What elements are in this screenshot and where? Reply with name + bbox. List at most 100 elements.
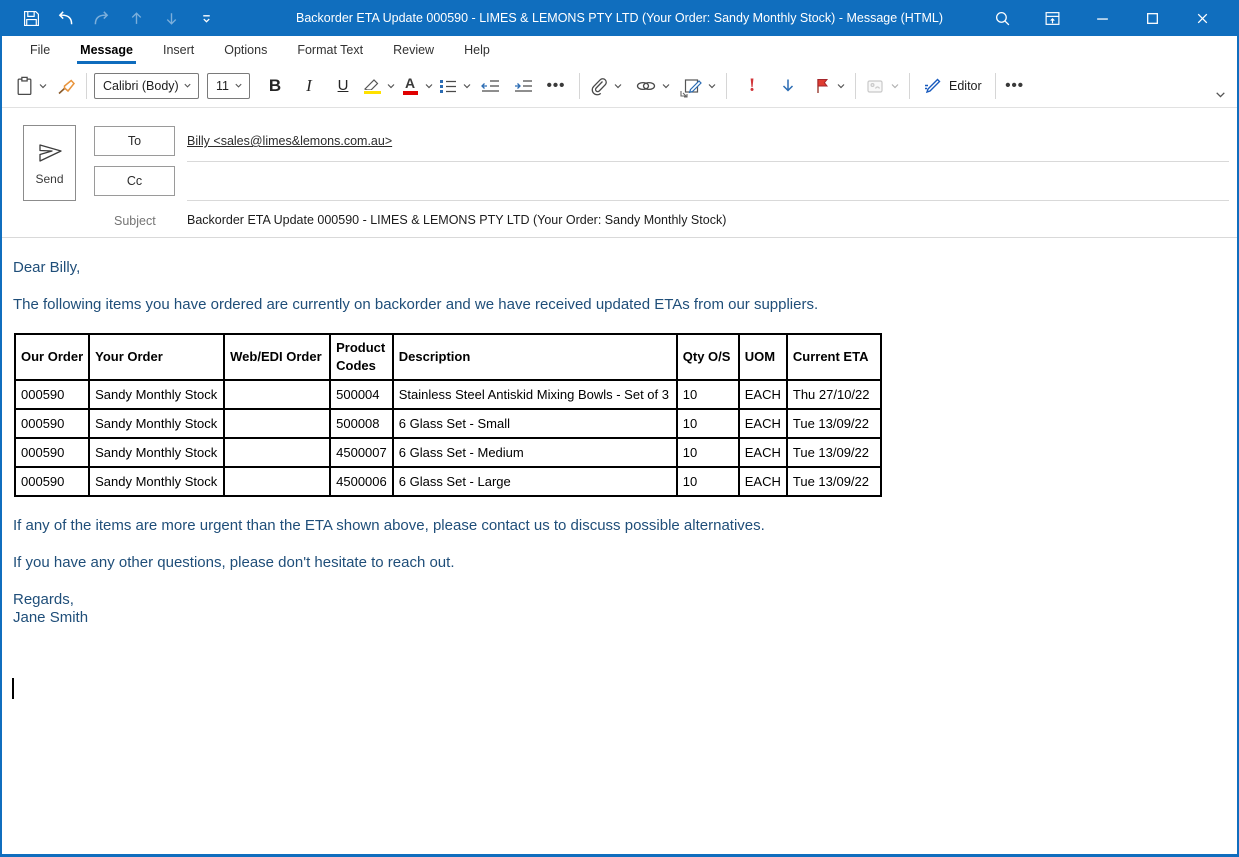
send-button[interactable]: Send — [23, 125, 76, 201]
to-field-underline — [187, 161, 1229, 162]
text-cursor — [12, 678, 14, 699]
search-icon[interactable] — [989, 7, 1015, 29]
flag-dropdown-chevron[interactable] — [834, 71, 848, 101]
ribbon-more-options-icon[interactable]: ••• — [1003, 71, 1027, 101]
table-cell: 10 — [677, 467, 739, 496]
window-controls — [989, 7, 1237, 29]
attach-dropdown-chevron[interactable] — [611, 71, 625, 101]
table-cell: 000590 — [15, 467, 89, 496]
high-importance-icon[interactable]: ! — [740, 71, 764, 101]
table-row: 000590Sandy Monthly Stock5000086 Glass S… — [15, 409, 881, 438]
redo-icon[interactable] — [90, 7, 112, 29]
toolbar-separator — [909, 73, 910, 99]
tab-insert[interactable]: Insert — [148, 36, 209, 64]
dialog-launcher-icon[interactable] — [678, 86, 689, 104]
previous-item-icon[interactable] — [125, 7, 147, 29]
tab-message[interactable]: Message — [65, 36, 148, 64]
table-cell — [224, 467, 330, 496]
table-cell: EACH — [739, 409, 787, 438]
paste-icon[interactable] — [12, 71, 36, 101]
font-color-dropdown-chevron[interactable] — [422, 71, 436, 101]
table-cell: EACH — [739, 438, 787, 467]
font-color-icon[interactable]: A — [398, 71, 422, 101]
chevron-down-icon — [183, 81, 192, 90]
column-header: Qty O/S — [677, 334, 739, 380]
save-icon[interactable] — [20, 7, 42, 29]
tab-review[interactable]: Review — [378, 36, 449, 64]
font-size-combo[interactable]: 11 — [207, 73, 250, 99]
highlight-color-bar — [364, 91, 381, 95]
message-body-editor[interactable]: Dear Billy, The following items you have… — [2, 238, 1237, 627]
cc-button[interactable]: Cc — [94, 166, 175, 196]
paragraph-more-options-icon[interactable]: ••• — [544, 71, 568, 101]
customize-quick-access-icon[interactable] — [195, 7, 217, 29]
font-name-value: Calibri (Body) — [103, 79, 179, 93]
attach-file-icon[interactable] — [587, 71, 611, 101]
next-item-icon[interactable] — [160, 7, 182, 29]
subject-field[interactable]: Backorder ETA Update 000590 - LIMES & LE… — [187, 213, 1225, 227]
bullets-dropdown-chevron[interactable] — [460, 71, 474, 101]
table-cell: 10 — [677, 438, 739, 467]
follow-up-flag-icon[interactable] — [810, 71, 834, 101]
table-row: 000590Sandy Monthly Stock500004Stainless… — [15, 380, 881, 409]
table-row: 000590Sandy Monthly Stock45000066 Glass … — [15, 467, 881, 496]
urgent-note-text: If any of the items are more urgent than… — [13, 517, 1227, 535]
table-cell: 4500007 — [330, 438, 393, 467]
toolbar-separator — [855, 73, 856, 99]
paste-dropdown-chevron[interactable] — [36, 71, 50, 101]
table-cell: Tue 13/09/22 — [787, 467, 881, 496]
underline-button[interactable]: U — [331, 71, 355, 101]
titlebar: Backorder ETA Update 000590 - LIMES & LE… — [2, 0, 1237, 36]
outlook-message-window: Backorder ETA Update 000590 - LIMES & LE… — [0, 0, 1239, 857]
regards-text: Regards, — [13, 591, 1227, 609]
table-cell: 000590 — [15, 438, 89, 467]
text-highlight-icon[interactable] — [360, 71, 384, 101]
tab-format-text[interactable]: Format Text — [282, 36, 378, 64]
to-button[interactable]: To — [94, 126, 175, 156]
toolbar-separator — [726, 73, 727, 99]
signature-dropdown-chevron[interactable] — [705, 71, 719, 101]
editor-button[interactable]: Editor — [917, 76, 988, 96]
table-cell: Sandy Monthly Stock — [89, 380, 224, 409]
table-cell: 6 Glass Set - Medium — [393, 438, 677, 467]
add-in-icon[interactable] — [863, 71, 888, 101]
ribbon-display-options-icon[interactable] — [1039, 7, 1065, 29]
chevron-down-icon — [234, 81, 243, 90]
add-in-dropdown-chevron[interactable] — [888, 71, 902, 101]
collapse-ribbon-chevron[interactable] — [1214, 88, 1227, 106]
increase-indent-icon[interactable] — [511, 71, 536, 101]
column-header: Your Order — [89, 334, 224, 380]
maximize-icon[interactable] — [1139, 7, 1165, 29]
link-icon[interactable] — [633, 71, 659, 101]
minimize-icon[interactable] — [1089, 7, 1115, 29]
italic-button[interactable]: I — [297, 71, 321, 101]
table-cell: 500008 — [330, 409, 393, 438]
column-header: UOM — [739, 334, 787, 380]
quick-access-toolbar — [2, 7, 217, 29]
undo-icon[interactable] — [55, 7, 77, 29]
font-name-combo[interactable]: Calibri (Body) — [94, 73, 199, 99]
tab-help[interactable]: Help — [449, 36, 505, 64]
table-cell: 500004 — [330, 380, 393, 409]
font-size-value: 11 — [216, 79, 229, 93]
to-recipient[interactable]: Billy <sales@limes&lemons.com.au> — [187, 134, 392, 148]
format-painter-icon[interactable] — [54, 71, 79, 101]
signature-name-text: Jane Smith — [13, 609, 1227, 627]
table-cell: 10 — [677, 380, 739, 409]
column-header: Description — [393, 334, 677, 380]
link-dropdown-chevron[interactable] — [659, 71, 673, 101]
toolbar-separator — [579, 73, 580, 99]
highlight-dropdown-chevron[interactable] — [384, 71, 398, 101]
cc-field[interactable] — [187, 172, 1225, 192]
bullets-icon[interactable] — [436, 71, 460, 101]
table-cell: 10 — [677, 409, 739, 438]
tab-file[interactable]: File — [15, 36, 65, 64]
close-icon[interactable] — [1189, 7, 1215, 29]
decrease-indent-icon[interactable] — [478, 71, 503, 101]
bold-button[interactable]: B — [263, 71, 287, 101]
table-cell — [224, 409, 330, 438]
table-cell: Thu 27/10/22 — [787, 380, 881, 409]
table-cell: EACH — [739, 380, 787, 409]
low-importance-icon[interactable] — [776, 71, 800, 101]
tab-options[interactable]: Options — [209, 36, 282, 64]
